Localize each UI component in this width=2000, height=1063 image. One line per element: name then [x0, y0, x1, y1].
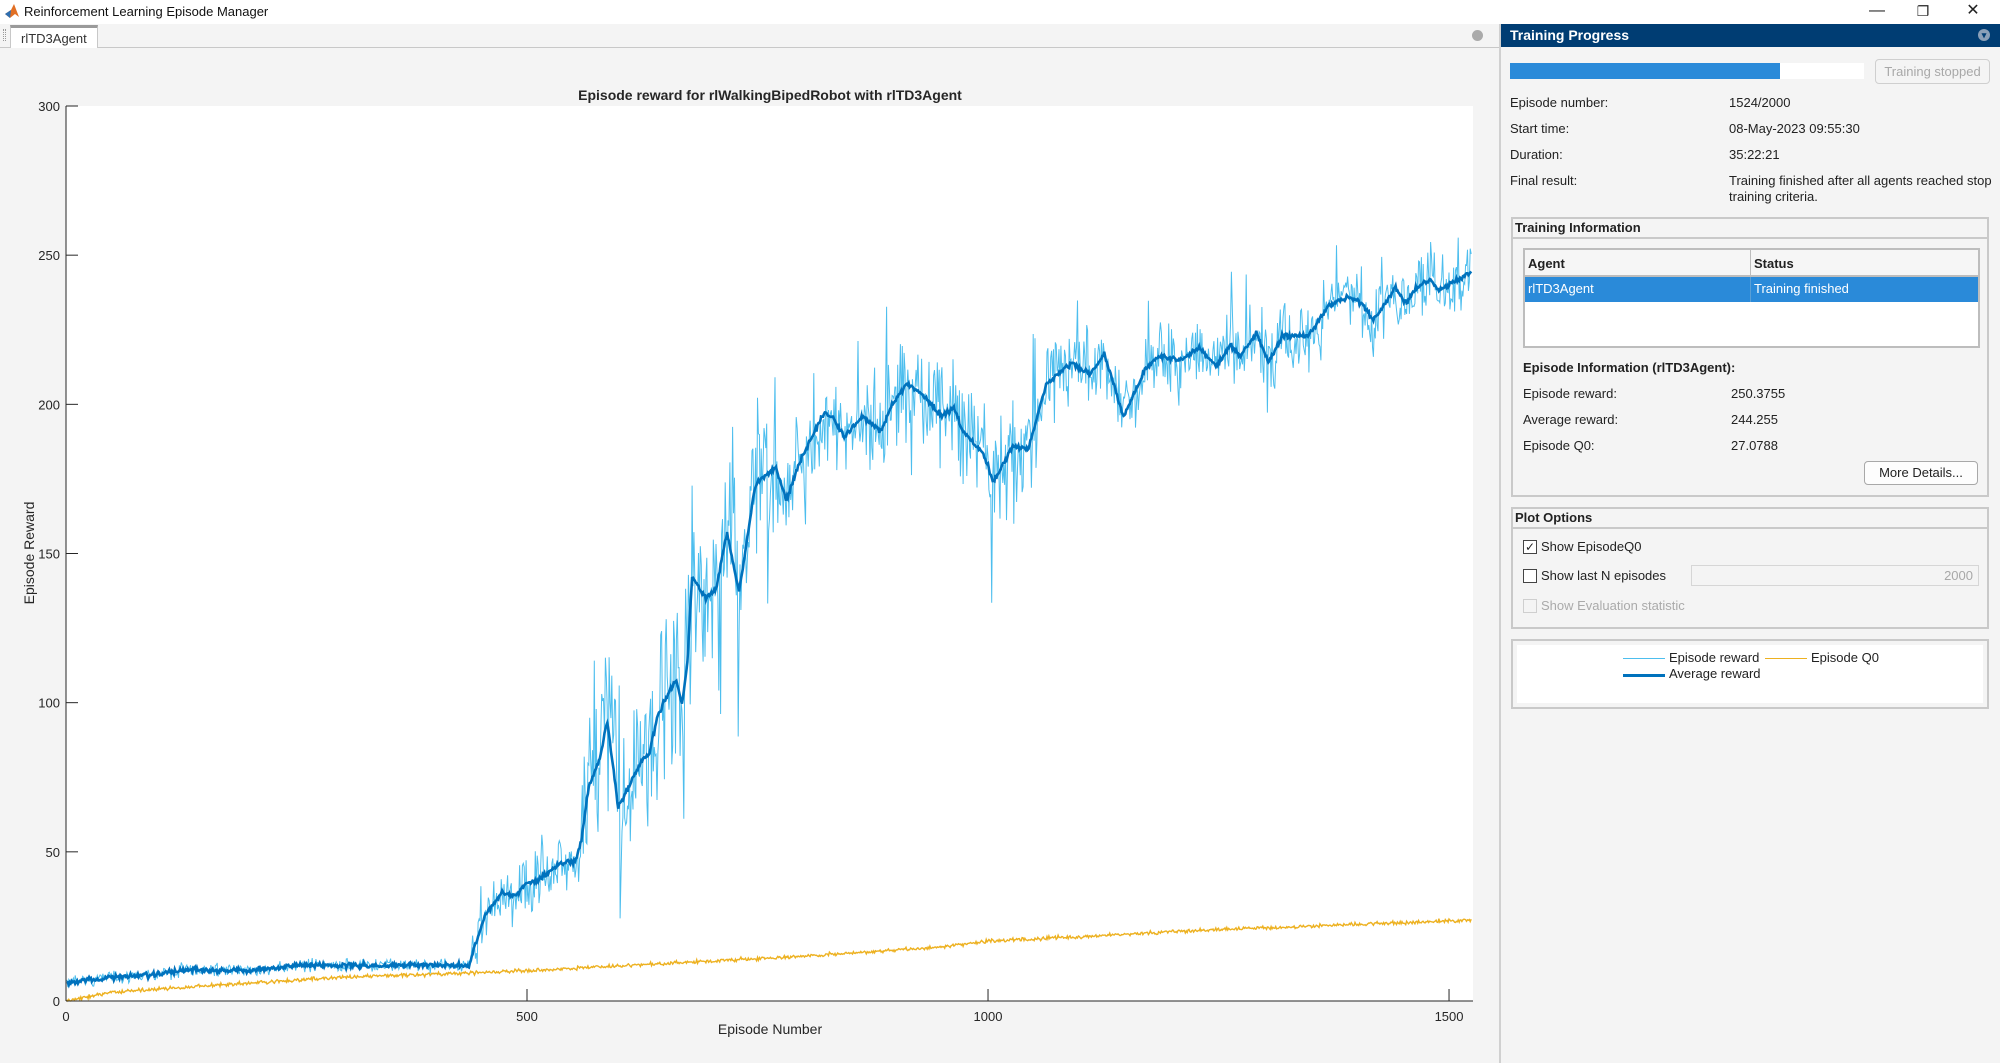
tab-rltd3agent[interactable]: rlTD3Agent [10, 25, 98, 48]
close-button[interactable]: ✕ [1950, 0, 1996, 24]
restore-button[interactable]: ❐ [1900, 0, 1946, 24]
x-tick-label: 1500 [1435, 1009, 1464, 1024]
episode-q0-label: Episode Q0: [1523, 438, 1595, 453]
legend-episode-q0: Episode Q0 [1811, 650, 1879, 665]
show-episodeq0-checkbox[interactable]: ✓ [1523, 540, 1537, 554]
show-evaluation-label: Show Evaluation statistic [1541, 598, 1685, 613]
average-reward-legend-line [1623, 674, 1665, 677]
final-result-value: Training finished after all agents reach… [1729, 173, 1992, 188]
episode-number-label: Episode number: [1510, 95, 1609, 110]
y-tick-label: 100 [38, 696, 60, 711]
pane-splitter[interactable] [1499, 24, 1501, 1063]
agent-table: Agent Status rlTD3Agent Training finishe… [1523, 248, 1980, 348]
column-header-agent[interactable]: Agent [1525, 250, 1751, 277]
y-tick-label: 150 [38, 547, 60, 562]
x-tick-label: 0 [62, 1009, 69, 1024]
y-tick-label: 50 [46, 845, 60, 860]
final-result-value-line2: training criteria. [1729, 189, 1818, 204]
x-tick-label: 1000 [974, 1009, 1003, 1024]
more-details-button[interactable]: More Details... [1864, 461, 1978, 485]
plot-options-panel: Plot Options ✓ Show EpisodeQ0 Show last … [1511, 507, 1989, 629]
x-tick-label: 500 [516, 1009, 538, 1024]
training-progress-bar [1510, 63, 1864, 79]
training-progress-title: Training Progress [1510, 27, 1630, 43]
start-time-label: Start time: [1510, 121, 1570, 136]
plot-area [66, 106, 1473, 1001]
legend-average-reward: Average reward [1669, 666, 1761, 681]
episode-information-title: Episode Information (rlTD3Agent): [1523, 360, 1736, 375]
status-cell[interactable]: Training finished [1751, 277, 1978, 302]
show-last-n-checkbox[interactable] [1523, 569, 1537, 583]
panel-menu-icon[interactable]: ▾ [1978, 29, 1990, 41]
duration-value: 35:22:21 [1729, 147, 1780, 162]
chart-title: Episode reward for rlWalkingBipedRobot w… [578, 87, 962, 103]
training-progress-header: Training Progress ▾ [1501, 24, 2000, 47]
episode-number-value: 1524/2000 [1729, 95, 1791, 110]
show-last-n-label: Show last N episodes [1541, 568, 1667, 583]
matlab-logo-icon [5, 4, 19, 18]
drag-handle-icon[interactable] [3, 29, 6, 41]
training-information-title: Training Information [1513, 219, 1987, 239]
progress-fill [1510, 63, 1780, 79]
reward-chart: 0 50 100 150 200 250 300 0 500 1000 1500 Episode r… [21, 87, 1473, 1037]
episode-reward-label: Episode reward: [1523, 386, 1617, 401]
column-header-status[interactable]: Status [1751, 250, 1978, 277]
y-tick-label: 300 [38, 99, 60, 114]
tab-bar: rlTD3Agent [0, 24, 1499, 48]
y-tick-label: 250 [38, 248, 60, 263]
episode-q0-value: 27.0788 [1731, 438, 1778, 453]
start-time-value: 08-May-2023 09:55:30 [1729, 121, 1860, 136]
tab-options-icon[interactable] [1472, 30, 1483, 41]
legend-panel: Episode reward Episode Q0 Average reward [1511, 639, 1989, 709]
episode-reward-legend-line [1623, 658, 1665, 659]
x-axis-label: Episode Number [718, 1021, 823, 1037]
y-axis-label: Episode Reward [21, 502, 37, 605]
episode-q0-legend-line [1765, 658, 1807, 659]
y-tick-label: 200 [38, 397, 60, 412]
window-title: Reinforcement Learning Episode Manager [24, 4, 269, 19]
y-tick-label: 0 [53, 994, 60, 1009]
plot-pane: 0 50 100 150 200 250 300 0 500 1000 1500 Episode r… [0, 48, 1499, 1063]
final-result-label: Final result: [1510, 173, 1578, 188]
training-stopped-button[interactable]: Training stopped [1875, 59, 1990, 84]
legend-episode-reward: Episode reward [1669, 650, 1760, 665]
episode-reward-value: 250.3755 [1731, 386, 1786, 401]
plot-options-title: Plot Options [1513, 509, 1987, 529]
legend-box: Episode reward Episode Q0 Average reward [1517, 645, 1983, 703]
duration-label: Duration: [1510, 147, 1563, 162]
show-episodeq0-label: Show EpisodeQ0 [1541, 539, 1642, 554]
last-n-episodes-input[interactable]: 2000 [1691, 565, 1979, 586]
average-reward-value: 244.255 [1731, 412, 1778, 427]
agent-cell[interactable]: rlTD3Agent [1525, 277, 1751, 302]
training-information-panel: Training Information Agent Status rlTD3A… [1511, 217, 1989, 497]
show-evaluation-checkbox[interactable] [1523, 599, 1537, 613]
minimize-button[interactable]: — [1854, 0, 1900, 24]
average-reward-label: Average reward: [1523, 412, 1619, 427]
title-bar: Reinforcement Learning Episode Manager —… [0, 0, 2000, 24]
